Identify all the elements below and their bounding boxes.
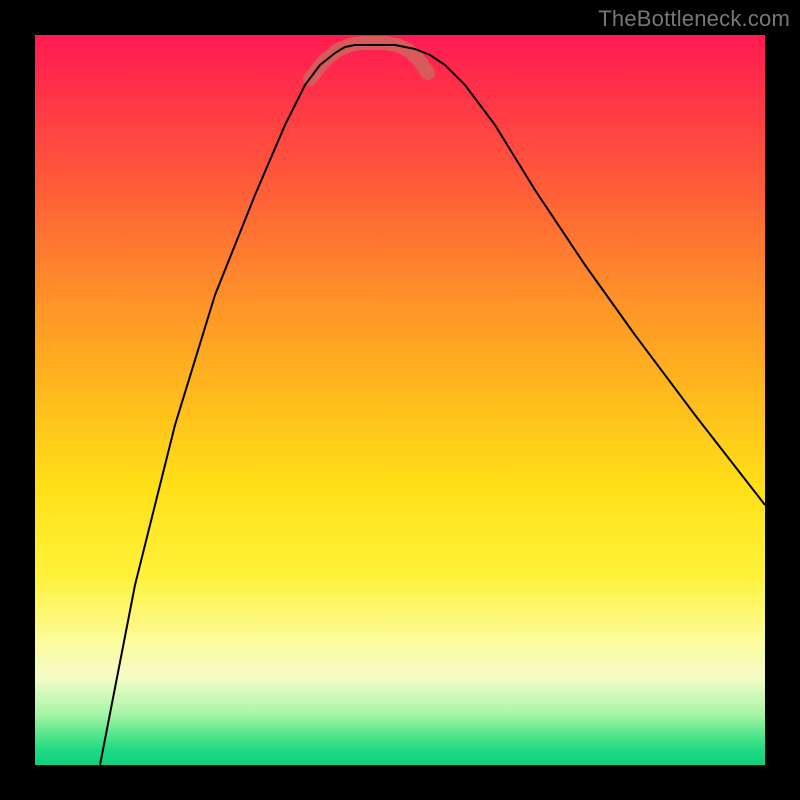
- watermark-text: TheBottleneck.com: [598, 6, 790, 32]
- plot-background-gradient: [35, 35, 765, 765]
- chart-frame: TheBottleneck.com: [0, 0, 800, 800]
